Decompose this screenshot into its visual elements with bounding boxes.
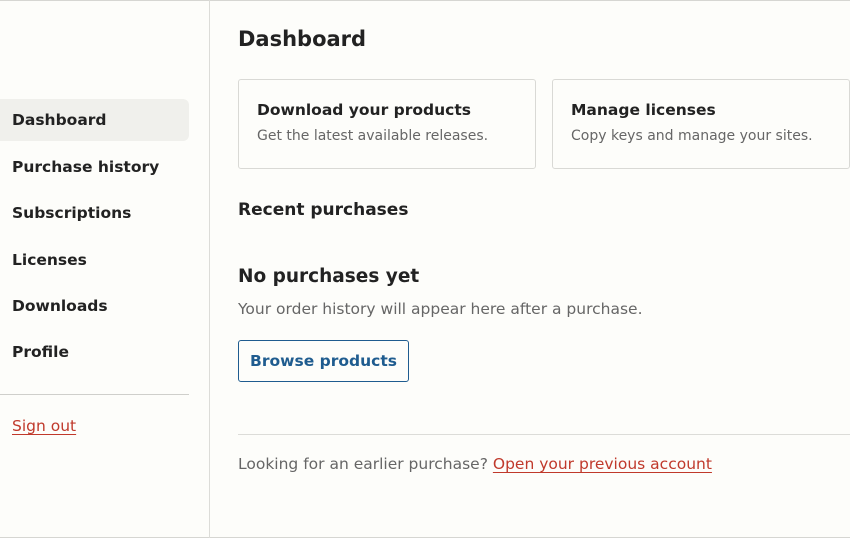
sidebar-item-dashboard[interactable]: Dashboard <box>0 99 189 141</box>
sidebar-item-downloads[interactable]: Downloads <box>0 285 189 327</box>
card-title: Manage licenses <box>571 101 716 119</box>
sidebar-item-label: Purchase history <box>12 158 160 176</box>
manage-licenses-card[interactable]: Manage licenses Copy keys and manage you… <box>552 79 850 169</box>
sidebar-item-label: Downloads <box>12 297 108 315</box>
recent-purchases-heading: Recent purchases <box>238 200 409 220</box>
sidebar-item-purchase-history[interactable]: Purchase history <box>0 146 189 188</box>
content-divider <box>238 434 850 435</box>
empty-state-description: Your order history will appear here afte… <box>238 300 643 318</box>
sidebar-item-subscriptions[interactable]: Subscriptions <box>0 192 189 234</box>
card-description: Copy keys and manage your sites. <box>571 128 813 144</box>
sidebar-item-label: Profile <box>12 343 69 361</box>
main-content: Dashboard Download your products Get the… <box>238 0 850 538</box>
card-description: Get the latest available releases. <box>257 128 489 144</box>
sidebar-item-licenses[interactable]: Licenses <box>0 239 189 281</box>
download-products-card[interactable]: Download your products Get the latest av… <box>238 79 536 169</box>
sidebar-item-label: Dashboard <box>12 111 107 129</box>
previous-account-text: Looking for an earlier purchase? <box>238 455 488 473</box>
card-title: Download your products <box>257 101 471 119</box>
sidebar-item-profile[interactable]: Profile <box>0 331 189 373</box>
previous-account-note: Looking for an earlier purchase? Open yo… <box>238 455 712 473</box>
sidebar: Dashboard Purchase history Subscriptions… <box>0 0 210 538</box>
open-previous-account-link[interactable]: Open your previous account <box>493 455 712 473</box>
sidebar-divider <box>0 394 189 395</box>
browse-products-button[interactable]: Browse products <box>238 340 409 382</box>
sign-out-link[interactable]: Sign out <box>12 417 76 435</box>
empty-state-title: No purchases yet <box>238 266 420 287</box>
sidebar-item-label: Licenses <box>12 251 87 269</box>
page-title: Dashboard <box>238 27 367 51</box>
sidebar-item-label: Subscriptions <box>12 204 132 222</box>
